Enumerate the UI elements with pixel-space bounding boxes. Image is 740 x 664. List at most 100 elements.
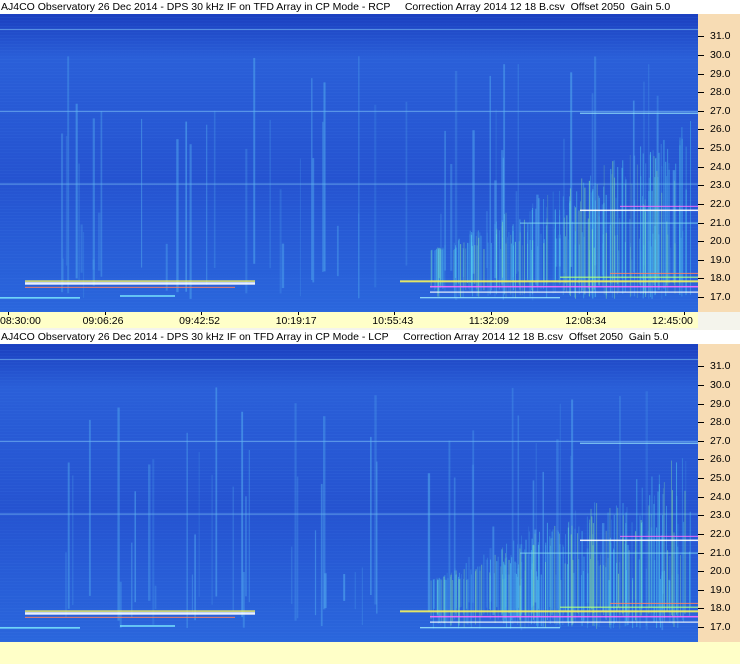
noise-row <box>0 479 698 480</box>
emission-streak <box>653 495 655 622</box>
emission-streak <box>546 522 548 620</box>
emission-streak <box>550 538 552 617</box>
noise-row <box>0 23 698 24</box>
emission-streak <box>618 250 620 292</box>
noise-row <box>0 626 698 627</box>
emission-streak <box>612 161 614 281</box>
emission-streak <box>269 119 271 269</box>
emission-streak <box>521 245 523 296</box>
emission-streak <box>279 189 282 294</box>
emission-streak <box>588 180 590 297</box>
bottom-time-strip <box>0 642 740 664</box>
emission-streak <box>432 579 434 629</box>
frequency-tick <box>698 627 704 629</box>
emission-streak <box>497 556 499 620</box>
emission-streak <box>82 231 85 298</box>
emission-streak <box>469 230 471 283</box>
frequency-tick <box>698 533 704 535</box>
frequency-tick-label: 19.0 <box>710 583 731 596</box>
emission-band <box>520 222 698 224</box>
noise-row <box>0 425 698 426</box>
emission-streak <box>455 247 457 278</box>
emission-streak <box>442 247 444 290</box>
emission-streak <box>441 579 443 623</box>
emission-streak <box>554 209 556 280</box>
emission-streak <box>191 574 193 613</box>
lcp-panel: AJ4CO Observatory 26 Dec 2014 - DPS 30 k… <box>0 330 740 642</box>
emission-streak <box>626 507 628 626</box>
noise-row <box>0 362 698 363</box>
noise-row <box>0 26 698 27</box>
emission-streak <box>538 198 540 281</box>
emission-streak <box>554 525 556 624</box>
emission-band <box>610 602 698 604</box>
emission-streak <box>562 196 564 295</box>
noise-row <box>0 14 698 15</box>
frequency-tick <box>698 36 704 38</box>
frequency-tick-label: 17.0 <box>710 291 731 304</box>
noise-row <box>0 509 698 510</box>
emission-streak <box>563 217 565 291</box>
frequency-tick-label: 29.0 <box>710 397 731 410</box>
frequency-tick-label: 20.0 <box>710 235 731 248</box>
noise-row <box>0 308 698 309</box>
emission-streak <box>496 561 498 608</box>
rcp-frequency-axis: 31.0 30.0 29.0 28.0 27.0 26.0 25.0 24.0 23.0 22.0… <box>698 14 740 312</box>
emission-streak <box>92 259 95 270</box>
emission-band <box>25 286 235 288</box>
emission-streak <box>518 241 520 285</box>
emission-streak <box>211 474 213 605</box>
emission-streak <box>551 537 553 609</box>
emission-streak <box>458 238 460 284</box>
noise-row <box>0 629 698 630</box>
noise-row <box>0 47 698 48</box>
emission-streak <box>358 213 360 299</box>
emission-streak <box>72 475 74 606</box>
noise-row <box>0 410 698 411</box>
emission-streak <box>640 520 642 616</box>
emission-streak <box>100 110 103 277</box>
emission-streak <box>552 529 554 620</box>
noise-row <box>0 395 698 396</box>
emission-streak <box>479 570 481 623</box>
emission-streak <box>483 554 485 615</box>
emission-streak <box>666 505 668 612</box>
noise-row <box>0 35 698 36</box>
emission-band <box>430 615 698 618</box>
frequency-tick-label: 24.0 <box>710 160 731 173</box>
noise-row <box>0 305 698 306</box>
emission-streak <box>460 244 462 298</box>
frequency-tick-label: 31.0 <box>710 30 731 43</box>
noise-row <box>0 299 698 300</box>
emission-streak <box>520 535 522 616</box>
noise-row <box>0 485 698 486</box>
emission-streak <box>567 526 569 610</box>
time-tick-label: 12:45:00 <box>652 315 693 327</box>
noise-row <box>0 482 698 483</box>
noise-row <box>0 428 698 429</box>
emission-streak <box>460 574 462 607</box>
emission-streak <box>501 549 503 616</box>
emission-streak <box>598 195 600 286</box>
emission-streak <box>450 163 453 271</box>
emission-streak <box>653 156 655 286</box>
emission-streak <box>515 562 517 609</box>
emission-streak <box>545 542 547 610</box>
frequency-tick <box>698 129 704 131</box>
emission-streak <box>504 565 506 624</box>
frequency-tick <box>698 366 704 368</box>
emission-streak <box>508 559 510 614</box>
emission-streak <box>546 207 548 285</box>
emission-streak <box>661 535 663 612</box>
noise-row <box>0 38 698 39</box>
noise-row <box>0 635 698 636</box>
time-tick-label: 08:30:00 <box>0 315 41 327</box>
noise-row <box>0 500 698 501</box>
frequency-tick-label: 25.0 <box>710 142 731 155</box>
noise-row <box>0 497 698 498</box>
emission-band <box>0 297 80 299</box>
emission-streak <box>519 548 521 621</box>
emission-streak <box>507 237 509 288</box>
noise-row <box>0 464 698 465</box>
emission-streak <box>634 200 636 280</box>
